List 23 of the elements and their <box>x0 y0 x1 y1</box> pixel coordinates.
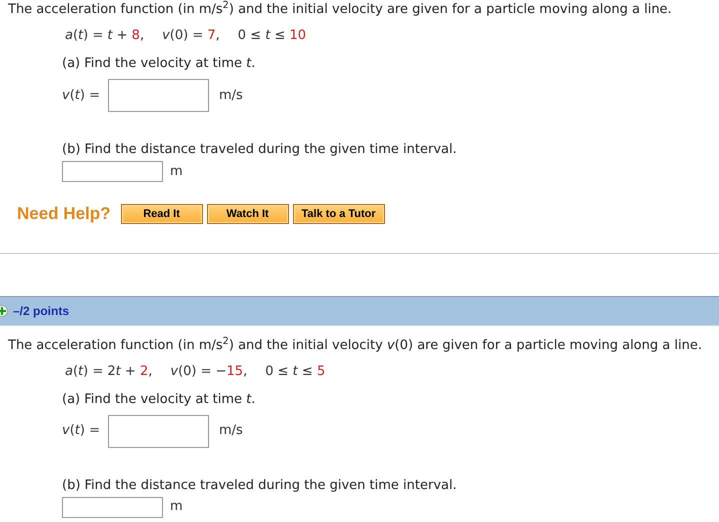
part-b-question: (b) Find the distance traveled during the given time interval. <box>62 478 457 494</box>
distance-unit: m <box>170 498 183 516</box>
velocity-label: v(t) = <box>62 422 100 440</box>
velocity-label: v(t) = <box>62 86 100 105</box>
help-button[interactable]: Talk to a Tutor <box>292 204 385 224</box>
distance-unit: m <box>170 162 183 181</box>
help-button[interactable]: Watch It <box>206 204 289 224</box>
part-b-question: (b) Find the distance traveled during the given time interval. <box>62 142 457 158</box>
distance-input-field[interactable] <box>62 161 163 182</box>
points-label: –/2 points <box>13 302 70 320</box>
part-a-question: (a) Find the velocity at time t. <box>62 392 256 408</box>
help-button[interactable]: Read It <box>120 204 203 224</box>
distance-input-field[interactable] <box>62 496 163 518</box>
problem-statement: The acceleration function (in m/s$^{2}$) and the initial velocity are given for a particle moving along a line. <box>8 2 673 18</box>
formula: a(t) = t + 8, v(0) = 7, 0 ≤ t ≤ 10 <box>65 28 306 44</box>
velocity-unit: m/s <box>219 86 243 105</box>
velocity-input-field[interactable] <box>108 414 209 448</box>
velocity-unit: m/s <box>219 422 243 440</box>
need-help-heading: Need Help? <box>17 203 111 225</box>
formula: a(t) = 2t + 2, v(0) = −15, 0 ≤ t ≤ 5 <box>65 364 326 380</box>
part-a-question: (a) Find the velocity at time t. <box>62 56 256 72</box>
velocity-input-field[interactable] <box>108 79 209 112</box>
problem-statement: The acceleration function (in m/s$^{2}$) and the initial velocity v(0) are given for a particle moving along a line. <box>8 338 703 354</box>
